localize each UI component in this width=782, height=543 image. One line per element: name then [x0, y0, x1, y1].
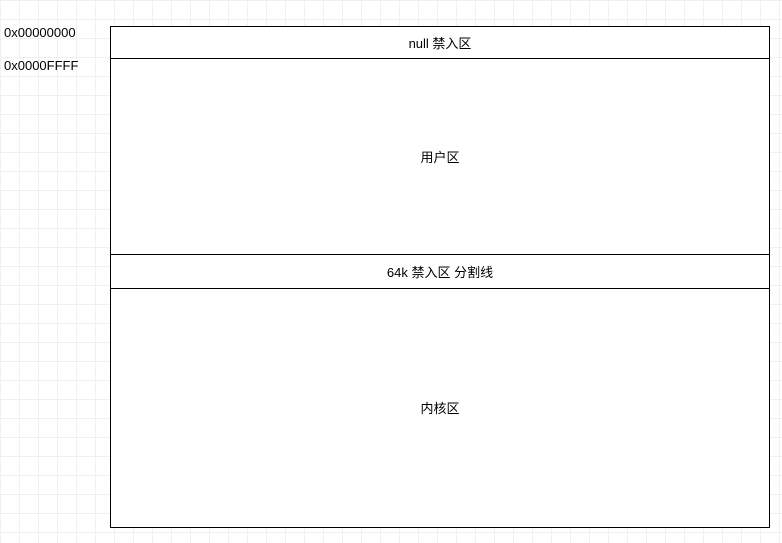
region-label: 用户区: [420, 147, 459, 166]
region-user: 用户区: [111, 59, 769, 255]
address-label-null-end: 0x0000FFFF: [4, 58, 78, 73]
region-kernel: 内核区: [111, 289, 769, 526]
region-null-forbidden: null 禁入区: [111, 27, 769, 59]
memory-map-box: null 禁入区 用户区 64k 禁入区 分割线 内核区: [110, 26, 770, 528]
region-64k-divider: 64k 禁入区 分割线: [111, 255, 769, 289]
memory-layout-diagram: 0x00000000 0x0000FFFF null 禁入区 用户区 64k 禁…: [0, 0, 782, 543]
address-label-start: 0x00000000: [4, 25, 76, 40]
region-label: 内核区: [420, 398, 459, 417]
region-label: null 禁入区: [409, 33, 472, 52]
region-label: 64k 禁入区 分割线: [387, 262, 493, 281]
